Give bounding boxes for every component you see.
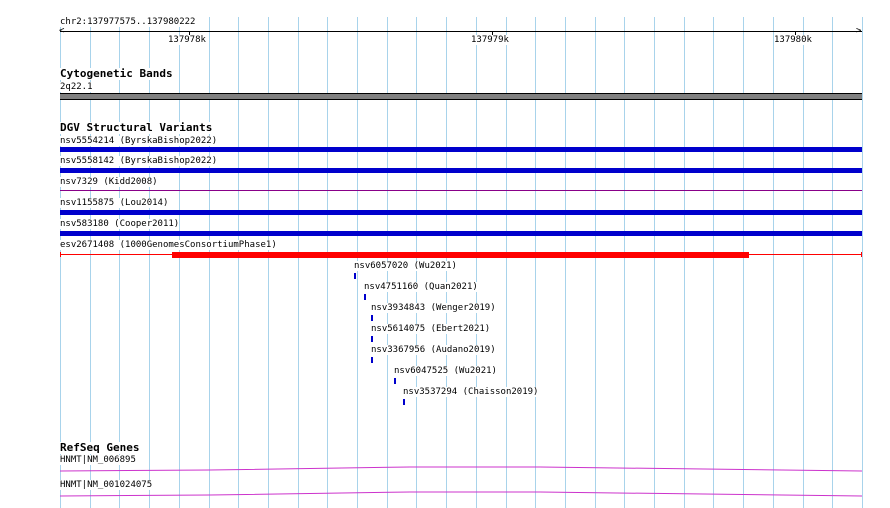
variant-bar[interactable] xyxy=(60,190,862,191)
grid-line xyxy=(327,17,328,508)
grid-line xyxy=(743,17,744,508)
refseq-track-title[interactable]: RefSeq Genes xyxy=(60,442,140,454)
grid-line xyxy=(535,17,536,508)
ruler-tick-label: 137978k xyxy=(168,35,206,45)
variant-label: nsv4751160 (Quan2021) xyxy=(364,282,478,292)
gene-intron-line xyxy=(59,491,863,497)
gene-intron-line xyxy=(59,466,863,472)
variant-right-end-tick xyxy=(861,252,862,257)
genome-browser-view: chr2:137977575..137980222 < > 137978k137… xyxy=(0,0,890,508)
variant-label: nsv5558142 (ByrskaBishop2022) xyxy=(60,156,218,166)
variant-label: nsv1155875 (Lou2014) xyxy=(60,198,169,208)
variant-label: nsv5614075 (Ebert2021) xyxy=(371,324,491,334)
variant-label: nsv6047525 (Wu2021) xyxy=(394,366,497,376)
variant-bar xyxy=(172,252,749,258)
grid-line xyxy=(268,17,269,508)
variant-label: nsv5554214 (ByrskaBishop2022) xyxy=(60,136,218,146)
ruler-axis-line xyxy=(60,31,862,32)
variant-bar[interactable] xyxy=(354,273,356,279)
variant-bar[interactable] xyxy=(60,147,862,152)
grid-line xyxy=(149,17,150,508)
grid-line xyxy=(624,17,625,508)
grid-line xyxy=(773,17,774,508)
grid-line xyxy=(119,17,120,508)
variant-feature[interactable] xyxy=(60,250,862,259)
variant-bar[interactable] xyxy=(403,399,405,405)
variant-bar[interactable] xyxy=(60,231,862,236)
variant-bar[interactable] xyxy=(60,210,862,215)
variant-bar[interactable] xyxy=(394,378,396,384)
grid-line xyxy=(684,17,685,508)
grid-line xyxy=(862,17,863,508)
variant-label: nsv3367956 (Audano2019) xyxy=(371,345,496,355)
variant-bar[interactable] xyxy=(60,168,862,173)
variant-label: esv2671408 (1000GenomesConsortiumPhase1) xyxy=(60,240,277,250)
cytoband-label: 2q22.1 xyxy=(60,82,93,92)
grid-line xyxy=(654,17,655,508)
grid-line xyxy=(298,17,299,508)
grid-line xyxy=(238,17,239,508)
cytoband-track-title[interactable]: Cytogenetic Bands xyxy=(60,68,173,80)
grid-line xyxy=(179,17,180,508)
grid-line xyxy=(476,17,477,508)
dgv-track-title[interactable]: DGV Structural Variants xyxy=(60,122,213,134)
grid-line xyxy=(803,17,804,508)
variant-label: nsv3537294 (Chaisson2019) xyxy=(403,387,539,397)
variant-left-end-tick xyxy=(60,252,61,257)
ruler-tick-label: 137979k xyxy=(471,35,509,45)
variant-bar[interactable] xyxy=(371,336,373,342)
variant-label: nsv3934843 (Wenger2019) xyxy=(371,303,496,313)
grid-line xyxy=(713,17,714,508)
variant-bar[interactable] xyxy=(371,357,373,363)
variant-bar[interactable] xyxy=(371,315,373,321)
grid-line xyxy=(832,17,833,508)
variant-label: nsv583180 (Cooper2011) xyxy=(60,219,180,229)
grid-line xyxy=(595,17,596,508)
ruler-tick-label: 137980k xyxy=(774,35,812,45)
gene-model[interactable] xyxy=(59,488,863,498)
variant-label: nsv6057020 (Wu2021) xyxy=(354,261,457,271)
grid-line xyxy=(506,17,507,508)
variant-label: nsv7329 (Kidd2008) xyxy=(60,177,158,187)
grid-line xyxy=(565,17,566,508)
ruler-right-arrow-icon: > xyxy=(856,26,862,36)
gene-model[interactable] xyxy=(59,463,863,473)
cytoband-bar[interactable] xyxy=(60,93,862,100)
grid-line xyxy=(209,17,210,508)
variant-bar[interactable] xyxy=(364,294,366,300)
